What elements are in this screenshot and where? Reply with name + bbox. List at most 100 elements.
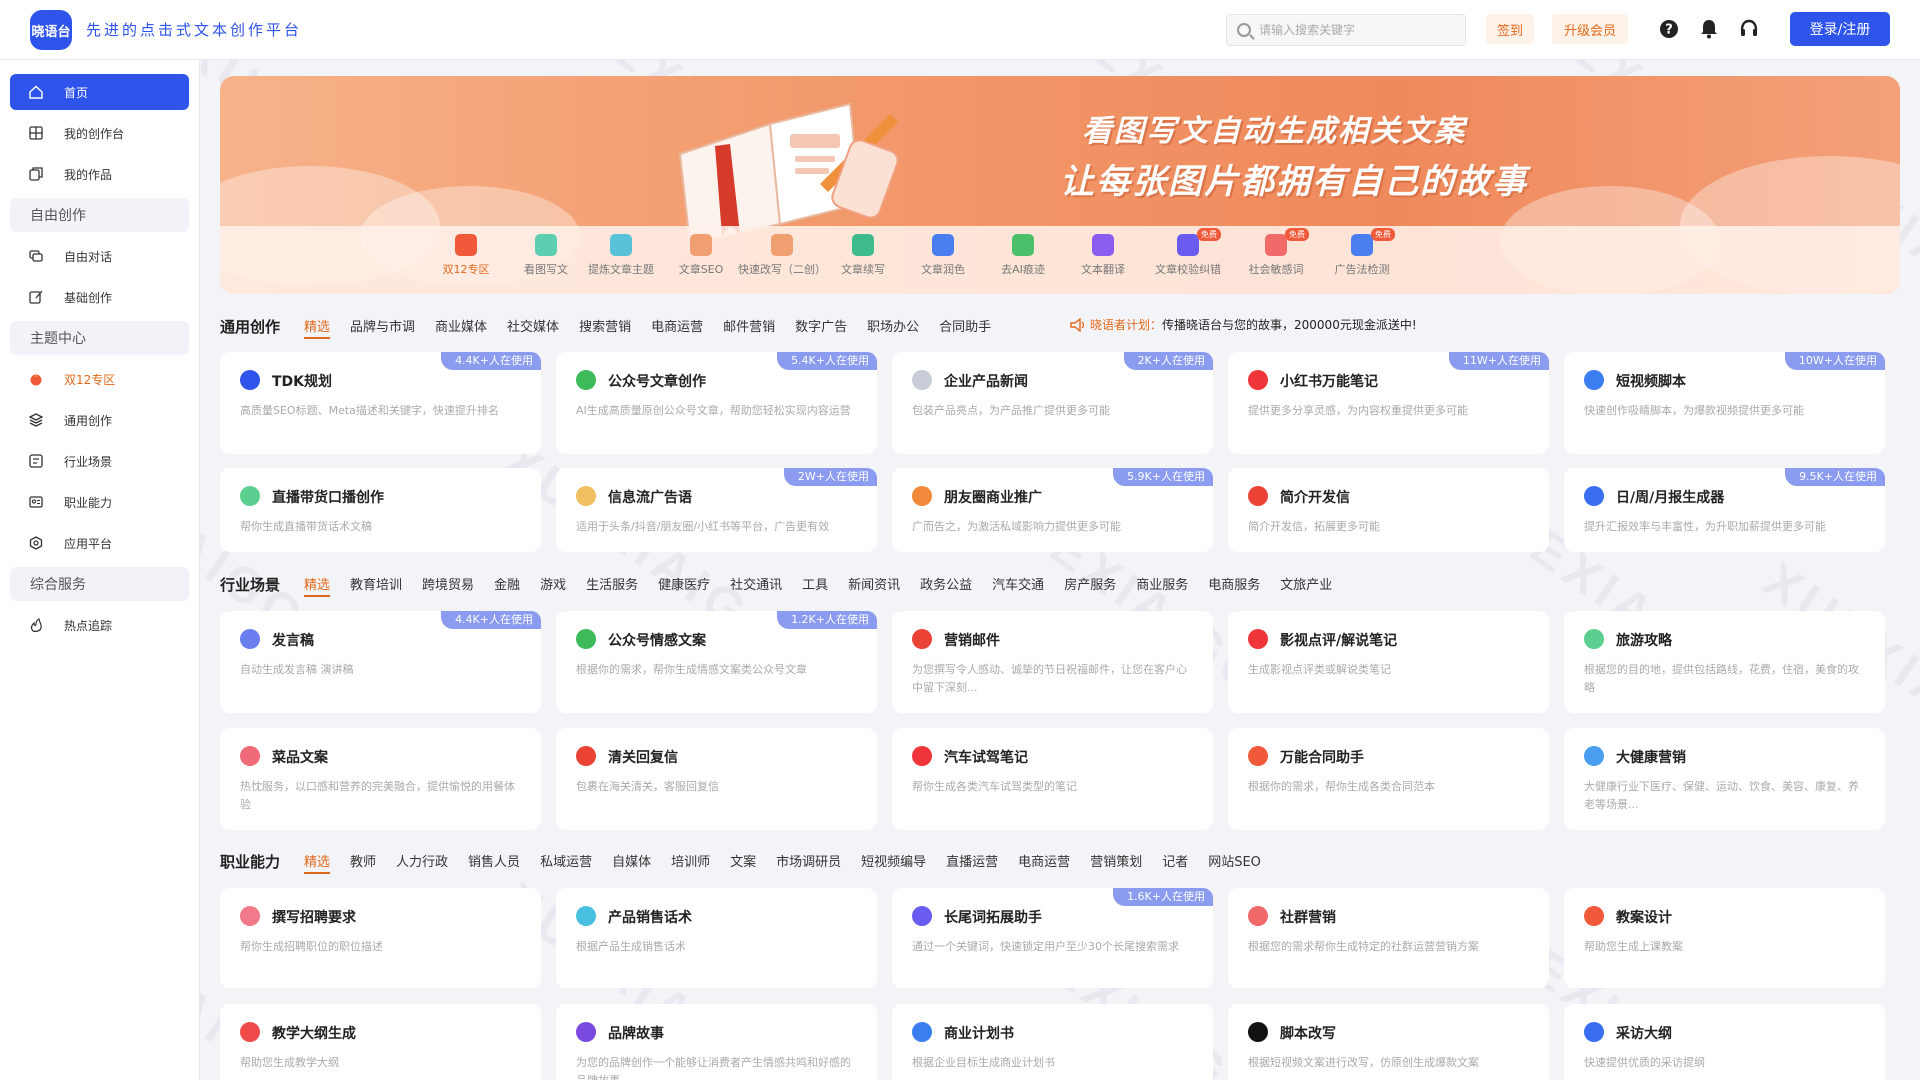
banner-tool-item[interactable]: 文章润色 xyxy=(898,234,988,277)
feature-card[interactable]: 社群营销 根据您的需求帮你生成特定的社群运营营销方案 xyxy=(1228,888,1549,988)
tab-general-2[interactable]: 商业媒体 xyxy=(435,316,487,339)
sign-in-daily-button[interactable]: 签到 xyxy=(1486,14,1534,44)
tab-industry-15[interactable]: 文旅产业 xyxy=(1280,574,1332,597)
promo-notice[interactable]: 晓语者计划： 传播晓语台与您的故事，200000元现金派送中! xyxy=(1070,316,1417,333)
tab-profession-8[interactable]: 市场调研员 xyxy=(776,851,841,874)
feature-card[interactable]: 公众号文章创作 AI生成高质量原创公众号文章，帮助您轻松实现内容运营 5.4K+人在… xyxy=(556,352,877,454)
sidebar-item-apps[interactable]: 应用平台 xyxy=(10,525,189,561)
headset-icon[interactable] xyxy=(1739,19,1759,39)
feature-card[interactable]: 长尾词拓展助手 通过一个关键词，快速锁定用户至少30个长尾搜索需求 1.6K+人在使… xyxy=(892,888,1213,988)
sidebar-item-industry[interactable]: 行业场景 xyxy=(10,443,189,479)
feature-card[interactable]: 日/周/月报生成器 提升汇报效率与丰富性，为升职加薪提供更多可能 9.5K+人在使用 xyxy=(1564,468,1885,552)
sidebar-item-home[interactable]: 首页 xyxy=(10,74,189,110)
feature-card[interactable]: 信息流广告语 适用于头条/抖音/朋友圈/小红书等平台，广告更有效 2W+人在使用 xyxy=(556,468,877,552)
tab-general-7[interactable]: 数字广告 xyxy=(795,316,847,339)
tab-profession-0[interactable]: 精选 xyxy=(304,851,331,874)
feature-card[interactable]: 品牌故事为您的品牌创作一个能够让消费者产生情感共鸣和好感的品牌故事 xyxy=(556,1004,877,1080)
help-icon[interactable]: ? xyxy=(1659,19,1679,39)
feature-card[interactable]: 公众号情感文案 根据你的需求，帮你生成情感文案类公众号文章 1.2K+人在使用 xyxy=(556,611,877,713)
feature-card[interactable]: 直播带货口播创作 帮你生成直播带货话术文稿 xyxy=(220,468,541,552)
feature-card[interactable]: 商业计划书 根据企业目标生成商业计划书 xyxy=(892,1004,1213,1080)
tab-general-9[interactable]: 合同助手 xyxy=(939,316,991,339)
tab-profession-6[interactable]: 培训师 xyxy=(671,851,710,874)
tab-profession-10[interactable]: 直播运营 xyxy=(946,851,998,874)
banner-tool-item[interactable]: 免费 社会敏感词 xyxy=(1231,228,1321,277)
tab-industry-10[interactable]: 政务公益 xyxy=(920,574,972,597)
feature-card[interactable]: TDK规划 高质量SEO标题、Meta描述和关键字，快速提升排名 4.4K+人在使用 xyxy=(220,352,541,454)
tab-profession-14[interactable]: 网站SEO xyxy=(1208,851,1261,874)
tab-profession-13[interactable]: 记者 xyxy=(1162,851,1188,874)
tab-profession-1[interactable]: 教师 xyxy=(350,851,376,874)
sidebar-item-profession[interactable]: 职业能力 xyxy=(10,484,189,520)
login-register-button[interactable]: 登录/注册 xyxy=(1790,12,1890,46)
tab-general-0[interactable]: 精选 xyxy=(304,316,331,339)
feature-card[interactable]: 清关回复信 包裹在海关清关，客服回复信 xyxy=(556,728,877,830)
tab-general-3[interactable]: 社交媒体 xyxy=(507,316,559,339)
feature-card[interactable]: 企业产品新闻 包装产品亮点，为产品推广提供更多可能 2K+人在使用 xyxy=(892,352,1213,454)
site-logo[interactable]: 晓语台 xyxy=(30,10,72,50)
tab-industry-4[interactable]: 游戏 xyxy=(540,574,566,597)
banner-tool-item[interactable]: 提炼文章主题 xyxy=(576,234,666,277)
sidebar-item-general-create[interactable]: 通用创作 xyxy=(10,402,189,438)
sidebar-item-my-works[interactable]: 我的作品 xyxy=(10,156,189,192)
feature-card[interactable]: 营销邮件 为您撰写令人感动、诚挚的节日祝福邮件，让您在客户心中留下深刻... xyxy=(892,611,1213,713)
tab-profession-11[interactable]: 电商运营 xyxy=(1018,851,1070,874)
feature-card[interactable]: 撰写招聘要求 帮你生成招聘职位的职位描述 xyxy=(220,888,541,988)
feature-card[interactable]: 采访大纲 快速提供优质的采访提纲 xyxy=(1564,1004,1885,1080)
tab-industry-6[interactable]: 健康医疗 xyxy=(658,574,710,597)
tab-profession-5[interactable]: 自媒体 xyxy=(612,851,651,874)
tab-industry-0[interactable]: 精选 xyxy=(304,574,331,597)
banner-tool-item[interactable]: 快速改写（二创） xyxy=(737,234,827,277)
tab-general-1[interactable]: 品牌与市调 xyxy=(350,316,415,339)
tab-profession-3[interactable]: 销售人员 xyxy=(468,851,520,874)
banner-tool-item[interactable]: 免费 广告法检测 xyxy=(1317,228,1407,277)
tab-industry-9[interactable]: 新闻资讯 xyxy=(848,574,900,597)
tab-industry-12[interactable]: 房产服务 xyxy=(1064,574,1116,597)
tab-industry-3[interactable]: 金融 xyxy=(494,574,520,597)
feature-card[interactable]: 朋友圈商业推广 广而告之，为激活私域影响力提供更多可能 5.9K+人在使用 xyxy=(892,468,1213,552)
tab-profession-7[interactable]: 文案 xyxy=(730,851,756,874)
tab-industry-11[interactable]: 汽车交通 xyxy=(992,574,1044,597)
feature-card[interactable]: 汽车试驾笔记 帮你生成各类汽车试驾类型的笔记 xyxy=(892,728,1213,830)
tab-industry-14[interactable]: 电商服务 xyxy=(1208,574,1260,597)
tab-profession-2[interactable]: 人力行政 xyxy=(396,851,448,874)
search-input[interactable] xyxy=(1259,23,1449,37)
banner-tool-item[interactable]: 双12专区 xyxy=(421,234,511,277)
banner-tool-item[interactable]: 文章续写 xyxy=(818,234,908,277)
feature-card[interactable]: 菜品文案 热忱服务，以口感和营养的完美融合，提供愉悦的用餐体验 xyxy=(220,728,541,830)
sidebar-item-basic-create[interactable]: 基础创作 xyxy=(10,279,189,315)
feature-card[interactable]: 小红书万能笔记 提供更多分享灵感，为内容权重提供更多可能 11W+人在使用 xyxy=(1228,352,1549,454)
search-box[interactable] xyxy=(1226,14,1466,46)
tab-industry-1[interactable]: 教育培训 xyxy=(350,574,402,597)
feature-card[interactable]: 短视频脚本 快速创作吸睛脚本，为爆款视频提供更多可能 10W+人在使用 xyxy=(1564,352,1885,454)
feature-card[interactable]: 旅游攻略 根据您的目的地，提供包括路线，花费，住宿，美食的攻略 xyxy=(1564,611,1885,713)
tab-industry-2[interactable]: 跨境贸易 xyxy=(422,574,474,597)
tab-general-6[interactable]: 邮件营销 xyxy=(723,316,775,339)
hero-banner[interactable]: 看图写文自动生成相关文案 让每张图片都拥有自己的故事 双12专区 看图写文 提炼文章… xyxy=(220,76,1900,294)
feature-card[interactable]: 产品销售话术 根据产品生成销售话术 xyxy=(556,888,877,988)
tab-general-8[interactable]: 职场办公 xyxy=(867,316,919,339)
tab-industry-7[interactable]: 社交通讯 xyxy=(730,574,782,597)
tab-general-5[interactable]: 电商运营 xyxy=(651,316,703,339)
banner-tool-item[interactable]: 文章SEO xyxy=(656,234,746,277)
upgrade-vip-button[interactable]: 升级会员 xyxy=(1552,14,1628,44)
sidebar-item-free-chat[interactable]: 自由对话 xyxy=(10,238,189,274)
tab-industry-5[interactable]: 生活服务 xyxy=(586,574,638,597)
bell-icon[interactable] xyxy=(1699,19,1719,39)
tab-profession-9[interactable]: 短视频编导 xyxy=(861,851,926,874)
tab-profession-12[interactable]: 营销策划 xyxy=(1090,851,1142,874)
feature-card[interactable]: 发言稿 自动生成发言稿 演讲稿 4.4K+人在使用 xyxy=(220,611,541,713)
tab-profession-4[interactable]: 私域运营 xyxy=(540,851,592,874)
feature-card[interactable]: 影视点评/解说笔记 生成影视点评类或解说类笔记 xyxy=(1228,611,1549,713)
feature-card[interactable]: 大健康营销 大健康行业下医疗、保健、运动、饮食、美容、康复、养老等场景... xyxy=(1564,728,1885,830)
feature-card[interactable]: 脚本改写 根据短视频文案进行改写，仿原创生成爆款文案 xyxy=(1228,1004,1549,1080)
tab-industry-13[interactable]: 商业服务 xyxy=(1136,574,1188,597)
feature-card[interactable]: 教学大纲生成 帮助您生成教学大纲 xyxy=(220,1004,541,1080)
feature-card[interactable]: 万能合同助手 根据你的需求，帮你生成各类合同范本 xyxy=(1228,728,1549,830)
sidebar-item-hot-track[interactable]: 热点追踪 xyxy=(10,607,189,643)
banner-tool-item[interactable]: 免费 文章校验纠错 xyxy=(1143,228,1233,277)
banner-tool-item[interactable]: 去AI痕迹 xyxy=(978,234,1068,277)
sidebar-item-my-workbench[interactable]: 我的创作台 xyxy=(10,115,189,151)
sidebar-item-double12[interactable]: 双12专区 xyxy=(10,361,189,397)
feature-card[interactable]: 教案设计 帮助您生成上课教案 xyxy=(1564,888,1885,988)
